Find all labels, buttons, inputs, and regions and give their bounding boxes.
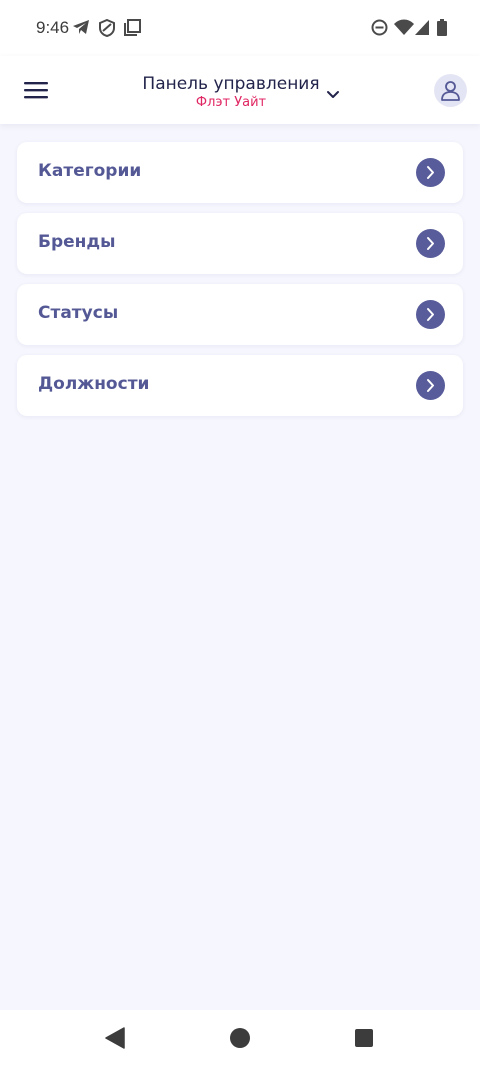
chevron-right-icon [416, 158, 445, 187]
system-nav-bar [0, 1010, 480, 1066]
signal-icon [415, 19, 430, 40]
menu-item-label: Должности [38, 374, 150, 394]
copy-icon [124, 19, 141, 40]
menu-item-brands[interactable]: Бренды [17, 213, 463, 274]
app-bar: Панель управления Флэт Уайт [0, 56, 480, 124]
status-bar: 9:46 [0, 0, 480, 56]
hamburger-icon [22, 82, 50, 106]
dnd-icon [371, 19, 388, 40]
menu-item-statuses[interactable]: Статусы [17, 284, 463, 345]
chevron-down-icon [324, 89, 342, 108]
chevron-right-icon [416, 300, 445, 329]
title-block[interactable]: Панель управления Флэт Уайт [120, 73, 342, 111]
menu-button[interactable] [22, 78, 50, 102]
settings-menu-list: Категории Бренды Статусы Должности [17, 142, 463, 426]
telegram-icon [72, 19, 90, 39]
home-button[interactable] [229, 1027, 251, 1053]
menu-item-label: Статусы [38, 303, 119, 323]
chevron-right-icon [416, 229, 445, 258]
shield-icon [99, 18, 115, 41]
wifi-icon [394, 19, 414, 40]
account-switcher-button[interactable] [324, 86, 342, 104]
home-icon [229, 1028, 251, 1053]
recents-icon [355, 1029, 373, 1051]
profile-avatar-button[interactable] [434, 74, 467, 107]
status-time: 9:46 [36, 18, 70, 37]
back-button[interactable] [104, 1027, 126, 1053]
menu-item-label: Бренды [38, 232, 116, 252]
battery-icon [437, 19, 447, 41]
menu-item-positions[interactable]: Должности [17, 355, 463, 416]
menu-item-categories[interactable]: Категории [17, 142, 463, 203]
page-title: Панель управления [142, 74, 320, 94]
back-icon [104, 1027, 126, 1053]
chevron-right-icon [416, 371, 445, 400]
menu-item-label: Категории [38, 161, 142, 181]
page-subtitle: Флэт Уайт [195, 95, 267, 110]
recents-button[interactable] [355, 1029, 373, 1051]
